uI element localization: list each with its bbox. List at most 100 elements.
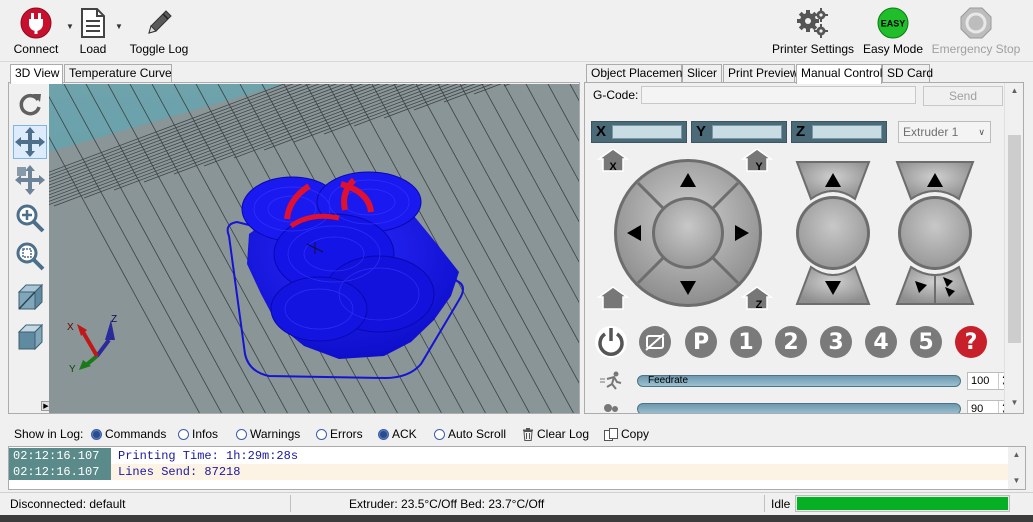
tab-3d-view[interactable]: 3D View: [10, 64, 63, 84]
zoom-in-icon: [16, 204, 45, 233]
toggle-log-label: Toggle Log: [129, 42, 189, 56]
zoom-fit-button[interactable]: [13, 239, 47, 273]
log-scrollbar[interactable]: ▲ ▼: [1008, 447, 1025, 489]
svg-text:X: X: [67, 322, 74, 333]
easy-mode-button[interactable]: EASY Easy Mode: [862, 6, 924, 60]
home-z-label: Z: [756, 299, 763, 311]
scroll-down-icon[interactable]: ▼: [1008, 473, 1025, 489]
flowrate-row: 90 ▲▼: [595, 399, 1011, 414]
preset-3-button[interactable]: 3: [820, 326, 852, 358]
move-arrows-icon: [15, 127, 45, 157]
copy-icon: [604, 427, 618, 441]
filter-warnings[interactable]: Warnings: [236, 427, 300, 441]
load-dropdown-icon[interactable]: ▼: [115, 22, 123, 31]
tab-slicer[interactable]: Slicer: [682, 64, 722, 83]
front-view-button[interactable]: [13, 321, 47, 355]
power-plug-icon: [19, 6, 53, 40]
view-toolbar: [9, 83, 49, 413]
tab-temperature-curve[interactable]: Temperature Curve: [64, 64, 172, 83]
extruder-center-button[interactable]: [901, 199, 969, 267]
filter-infos[interactable]: Infos: [178, 427, 218, 441]
filter-infos-radio[interactable]: [178, 428, 189, 440]
move-view-button[interactable]: [13, 125, 47, 159]
isometric-view-button[interactable]: [13, 281, 47, 315]
gcode-input[interactable]: [641, 86, 916, 104]
copy-button[interactable]: Copy: [604, 427, 649, 441]
home-y-icon[interactable]: Y: [740, 149, 774, 173]
xy-center-button[interactable]: [655, 200, 721, 266]
scrollbar-thumb[interactable]: [1008, 135, 1021, 343]
send-button[interactable]: Send: [923, 86, 1003, 106]
filter-errors-radio[interactable]: [316, 428, 327, 440]
help-button[interactable]: ?: [955, 326, 987, 358]
x-axis-label: X: [596, 123, 607, 140]
clear-log-button[interactable]: Clear Log: [522, 427, 589, 441]
filter-commands[interactable]: Commands: [91, 427, 166, 441]
manual-control-scrollbar[interactable]: ▲ ▼: [1004, 83, 1023, 413]
home-all-icon[interactable]: [596, 286, 630, 310]
fan-off-button[interactable]: [639, 326, 671, 358]
printer-settings-button[interactable]: Printer Settings: [772, 6, 854, 60]
filter-ack[interactable]: ACK: [378, 427, 417, 441]
tab-sd-card[interactable]: SD Card: [882, 64, 933, 83]
filter-errors[interactable]: Errors: [316, 427, 363, 441]
connect-dropdown-icon[interactable]: ▼: [66, 22, 74, 31]
preset-2-button[interactable]: 2: [775, 326, 807, 358]
power-button[interactable]: [595, 326, 627, 358]
filter-auto-scroll[interactable]: Auto Scroll: [434, 427, 506, 441]
log-output[interactable]: 02:12:16.107 Printing Time: 1h:29m:28s 0…: [8, 446, 1026, 490]
trash-icon: [523, 427, 533, 441]
connect-button[interactable]: Connect: [10, 6, 62, 60]
flowrate-value: 90: [971, 403, 984, 414]
move-object-button[interactable]: [13, 163, 47, 197]
load-button[interactable]: Load: [76, 6, 110, 60]
home-x-label: X: [609, 161, 617, 173]
3d-viewport[interactable]: Z Y X: [49, 84, 579, 413]
y-axis-label: Y: [696, 123, 707, 140]
temperature-status: Extruder: 23.5°C/Off Bed: 23.7°C/Off: [349, 497, 545, 511]
filter-warnings-radio[interactable]: [236, 428, 247, 440]
emergency-stop-button[interactable]: Emergency Stop: [930, 6, 1022, 60]
easy-mode-icon: EASY: [876, 6, 910, 40]
tab-print-preview[interactable]: Print Preview: [723, 64, 799, 83]
scroll-down-icon[interactable]: ▼: [1005, 395, 1023, 411]
y-position-display: Y: [691, 121, 787, 143]
toggle-log-button[interactable]: Toggle Log: [128, 6, 190, 60]
scroll-up-icon[interactable]: ▲: [1008, 447, 1025, 463]
feedrate-slider[interactable]: Feedrate: [637, 375, 961, 387]
tab-object-placement[interactable]: Object Placement: [586, 64, 686, 83]
park-button[interactable]: P: [685, 326, 717, 358]
filter-auto-scroll-label: Auto Scroll: [448, 427, 507, 441]
zoom-in-button[interactable]: [13, 201, 47, 235]
z-center-button[interactable]: [799, 199, 867, 267]
scroll-up-icon[interactable]: ▲: [1005, 83, 1023, 99]
home-z-icon[interactable]: Z: [740, 286, 774, 311]
emergency-stop-icon: [959, 6, 993, 40]
preset-5-button[interactable]: 5: [910, 326, 942, 358]
preset-1-button[interactable]: 1: [730, 326, 762, 358]
emergency-stop-label: Emergency Stop: [931, 42, 1021, 56]
reset-view-button[interactable]: [13, 87, 47, 121]
pencil-icon: [142, 6, 176, 40]
home-x-icon[interactable]: X: [596, 149, 630, 173]
filter-ack-radio[interactable]: [378, 428, 389, 440]
y-position-value: [712, 125, 782, 139]
filter-commands-radio[interactable]: [91, 428, 102, 440]
easy-mode-label: Easy Mode: [862, 42, 924, 56]
document-icon: [76, 6, 110, 40]
zoom-fit-icon: [16, 242, 45, 271]
preset-4-button[interactable]: 4: [865, 326, 897, 358]
connection-status: Disconnected: default: [10, 497, 126, 511]
x-position-display: X: [591, 121, 687, 143]
filter-warnings-label: Warnings: [250, 427, 301, 441]
filter-auto-scroll-radio[interactable]: [434, 428, 445, 440]
log-message: Printing Time: 1h:29m:28s: [118, 449, 299, 463]
extruder-select-value: Extruder 1: [903, 125, 959, 139]
flowrate-slider[interactable]: [637, 403, 961, 413]
tab-manual-control[interactable]: Manual Control: [796, 64, 882, 84]
flow-icon: [604, 404, 618, 412]
taskbar-edge: [0, 515, 1033, 522]
3d-view-panel: ▶ Z Y X: [8, 82, 580, 414]
filter-errors-label: Errors: [330, 427, 363, 441]
extruder-select[interactable]: Extruder 1 ∨: [898, 121, 991, 143]
